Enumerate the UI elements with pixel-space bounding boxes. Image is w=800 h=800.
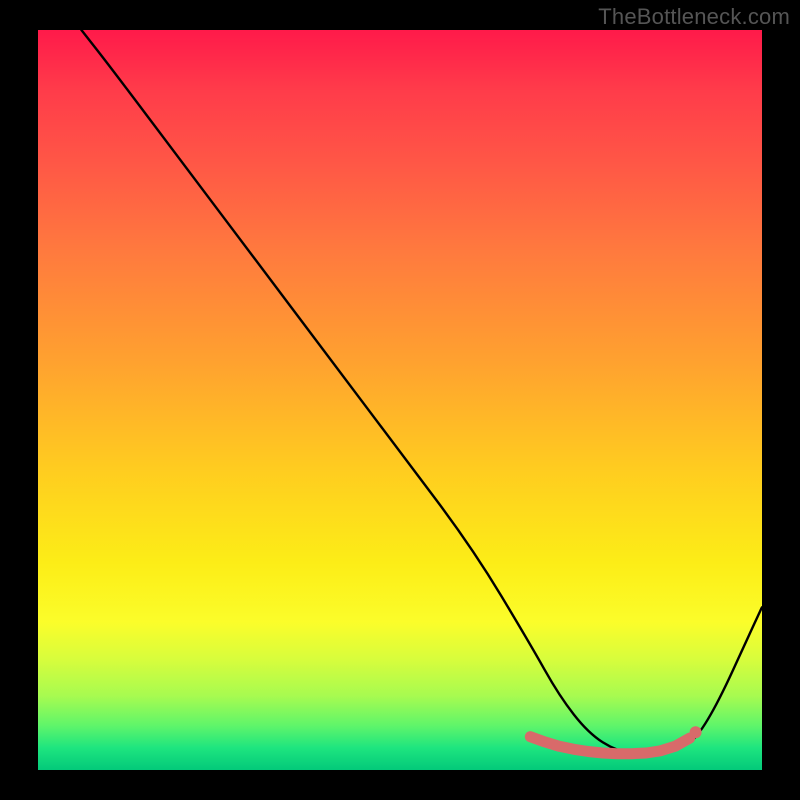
watermark-text: TheBottleneck.com (598, 4, 790, 30)
main-curve (81, 30, 762, 754)
chart-svg (38, 30, 762, 770)
highlight-markers (530, 726, 701, 754)
chart-frame: TheBottleneck.com (0, 0, 800, 800)
plot-area (38, 30, 762, 770)
highlight-end-dot (690, 726, 702, 738)
curve-group (81, 30, 762, 754)
